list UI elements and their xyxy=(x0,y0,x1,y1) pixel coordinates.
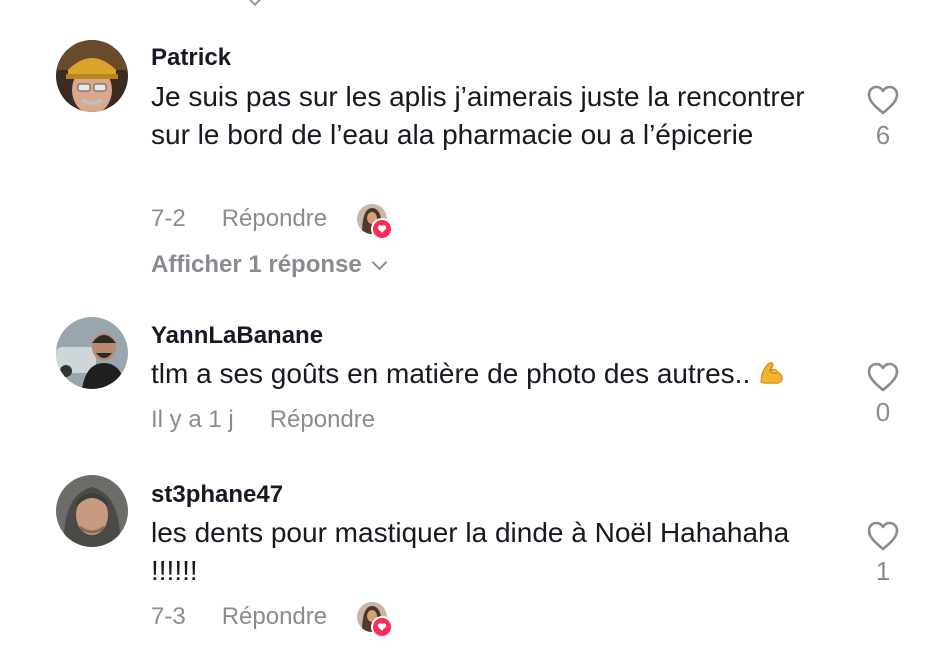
reply-button[interactable]: Répondre xyxy=(222,205,327,233)
like-column: 6 xyxy=(860,84,906,151)
creator-liked-badge xyxy=(357,204,394,240)
like-column: 1 xyxy=(860,520,906,587)
like-count: 6 xyxy=(875,120,891,150)
like-count: 1 xyxy=(875,556,891,586)
comment-text: tlm a ses goûts en matière de photo des … xyxy=(151,355,841,396)
comment-text: les dents pour mastiquer la dinde à Noël… xyxy=(151,517,790,586)
heart-outline-icon[interactable] xyxy=(866,520,900,552)
comment-date: 7-3 xyxy=(151,603,186,630)
flexed-biceps-icon xyxy=(758,358,786,396)
comment-text-body: tlm a ses goûts en matière de photo des … xyxy=(151,358,751,389)
avatar[interactable] xyxy=(56,475,128,547)
view-replies-button[interactable]: Afficher 1 réponse xyxy=(151,251,388,279)
comment-text: Je suis pas sur les aplis j’aimerais jus… xyxy=(151,81,805,150)
avatar[interactable] xyxy=(56,40,128,112)
chevron-down-icon xyxy=(371,254,388,270)
comment-date: Il y a 1 j xyxy=(151,406,234,433)
comment-date: 7-2 xyxy=(151,205,186,232)
reply-button[interactable]: Répondre xyxy=(270,406,375,434)
creator-liked-badge xyxy=(357,602,394,638)
heart-outline-icon[interactable] xyxy=(866,361,900,393)
comment-username[interactable]: st3phane47 xyxy=(151,481,283,509)
heart-badge-icon xyxy=(371,616,394,638)
view-replies-label: Afficher 1 réponse xyxy=(151,251,362,278)
heart-badge-icon xyxy=(371,218,394,240)
avatar[interactable] xyxy=(56,317,128,389)
comment-username[interactable]: YannLaBanane xyxy=(151,322,323,350)
comment-meta: Il y a 1 j Répondre xyxy=(151,406,375,434)
like-count: 0 xyxy=(875,397,891,427)
comment-username[interactable]: Patrick xyxy=(151,44,231,72)
like-column: 0 xyxy=(860,361,906,428)
comment-meta: 7-2 Répondre xyxy=(151,204,394,240)
comment-meta: 7-3 Répondre xyxy=(151,602,394,638)
scroll-fragment-chevron xyxy=(247,0,263,7)
reply-button[interactable]: Répondre xyxy=(222,603,327,631)
heart-outline-icon[interactable] xyxy=(866,84,900,116)
